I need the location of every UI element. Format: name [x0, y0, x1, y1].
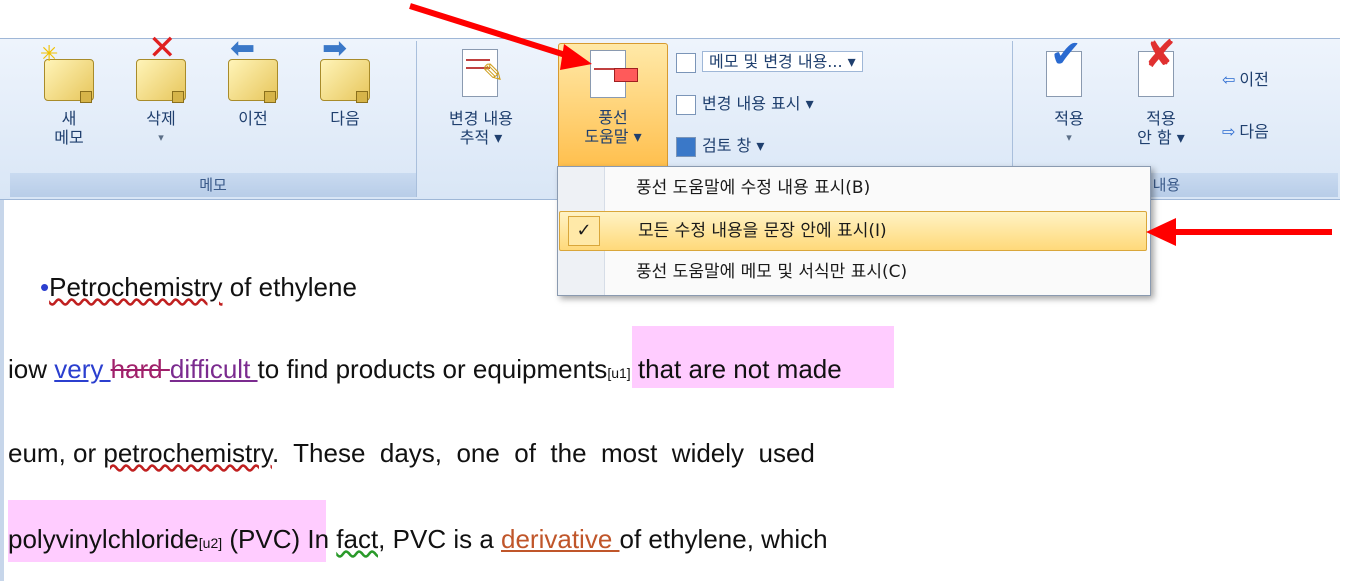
new-memo-button[interactable]: ✳ 새 메모 [30, 44, 108, 170]
prev-memo-button[interactable]: ⬅ 이전 [214, 34, 292, 170]
accept-button[interactable]: ✔ 적용 ▾ [1030, 35, 1108, 170]
doc-line-3: eum, or petrochemistry. These days, one … [8, 438, 815, 468]
menu-item-show-all-revisions-inline[interactable]: ✓ 모든 수정 내용을 문장 안에 표시(I) [559, 211, 1147, 251]
chevron-down-icon: ▾ [1066, 131, 1072, 144]
insertion: difficult [169, 354, 258, 384]
next-change-button[interactable]: ⇨ 다음 [1222, 119, 1269, 145]
menu-item-show-comments-formatting-in-balloons[interactable]: 풍선 도움말에 메모 및 서식만 표시(C) [558, 253, 1148, 291]
show-changes-button[interactable]: 변경 내용 표시 ▾ [676, 91, 814, 117]
prev-change-icon: ⇦ [1222, 70, 1236, 89]
bullet-icon: • [40, 272, 50, 302]
insertion: derivative [501, 524, 620, 554]
prev-change-button[interactable]: ⇦ 이전 [1222, 67, 1269, 93]
delete-memo-icon: ✕ [132, 31, 190, 103]
next-change-icon: ⇨ [1222, 122, 1236, 141]
document-icon [676, 94, 696, 115]
menu-item-show-revisions-in-balloons[interactable]: 풍선 도움말에 수정 내용 표시(B) [558, 169, 1148, 207]
comment-anchor[interactable]: polyvinylchloride [8, 524, 199, 554]
reject-button[interactable]: ✘ 적용 안 함 ▾ [1122, 35, 1200, 170]
reject-icon: ✘ [1132, 35, 1190, 103]
annotation-arrow-right [1146, 218, 1332, 246]
review-pane-icon [676, 136, 696, 157]
balloon-menu: 풍선 도움말에 수정 내용 표시(B) ✓ 모든 수정 내용을 문장 안에 표시… [557, 166, 1151, 296]
deletion: hard [110, 354, 170, 384]
memo-group-label: 메모 [10, 173, 416, 197]
next-memo-icon: ➡ [316, 34, 374, 103]
new-memo-icon: ✳ [40, 44, 98, 103]
show-markup-select[interactable]: 메모 및 변경 내용... ▾ [676, 49, 863, 75]
insertion: very [54, 354, 111, 384]
comment-ref[interactable]: [u2] [199, 535, 222, 551]
prev-memo-icon: ⬅ [224, 34, 282, 103]
markup-icon [676, 52, 696, 73]
doc-line-2: iow very hard difficult to find products… [8, 354, 842, 384]
comment-ref[interactable]: [u1] [607, 365, 630, 381]
review-pane-button[interactable]: 검토 창 ▾ [676, 133, 764, 159]
comment-anchor[interactable]: equipments [473, 354, 607, 384]
next-memo-button[interactable]: ➡ 다음 [306, 34, 384, 170]
checkmark-icon: ✓ [568, 216, 600, 246]
chevron-down-icon: ▾ [158, 131, 164, 144]
doc-line-4: polyvinylchloride[u2] (PVC) In fact, PVC… [8, 524, 828, 554]
delete-memo-button[interactable]: ✕ 삭제 ▾ [122, 31, 200, 170]
annotation-arrow-top [409, 3, 592, 70]
bullet-heading: •Petrochemistry of ethylene [40, 272, 357, 302]
accept-icon: ✔ [1040, 35, 1098, 103]
memo-group: ✳ 새 메모 ✕ 삭제 ▾ ⬅ 이전 ➡ 다음 메모 [10, 31, 417, 197]
